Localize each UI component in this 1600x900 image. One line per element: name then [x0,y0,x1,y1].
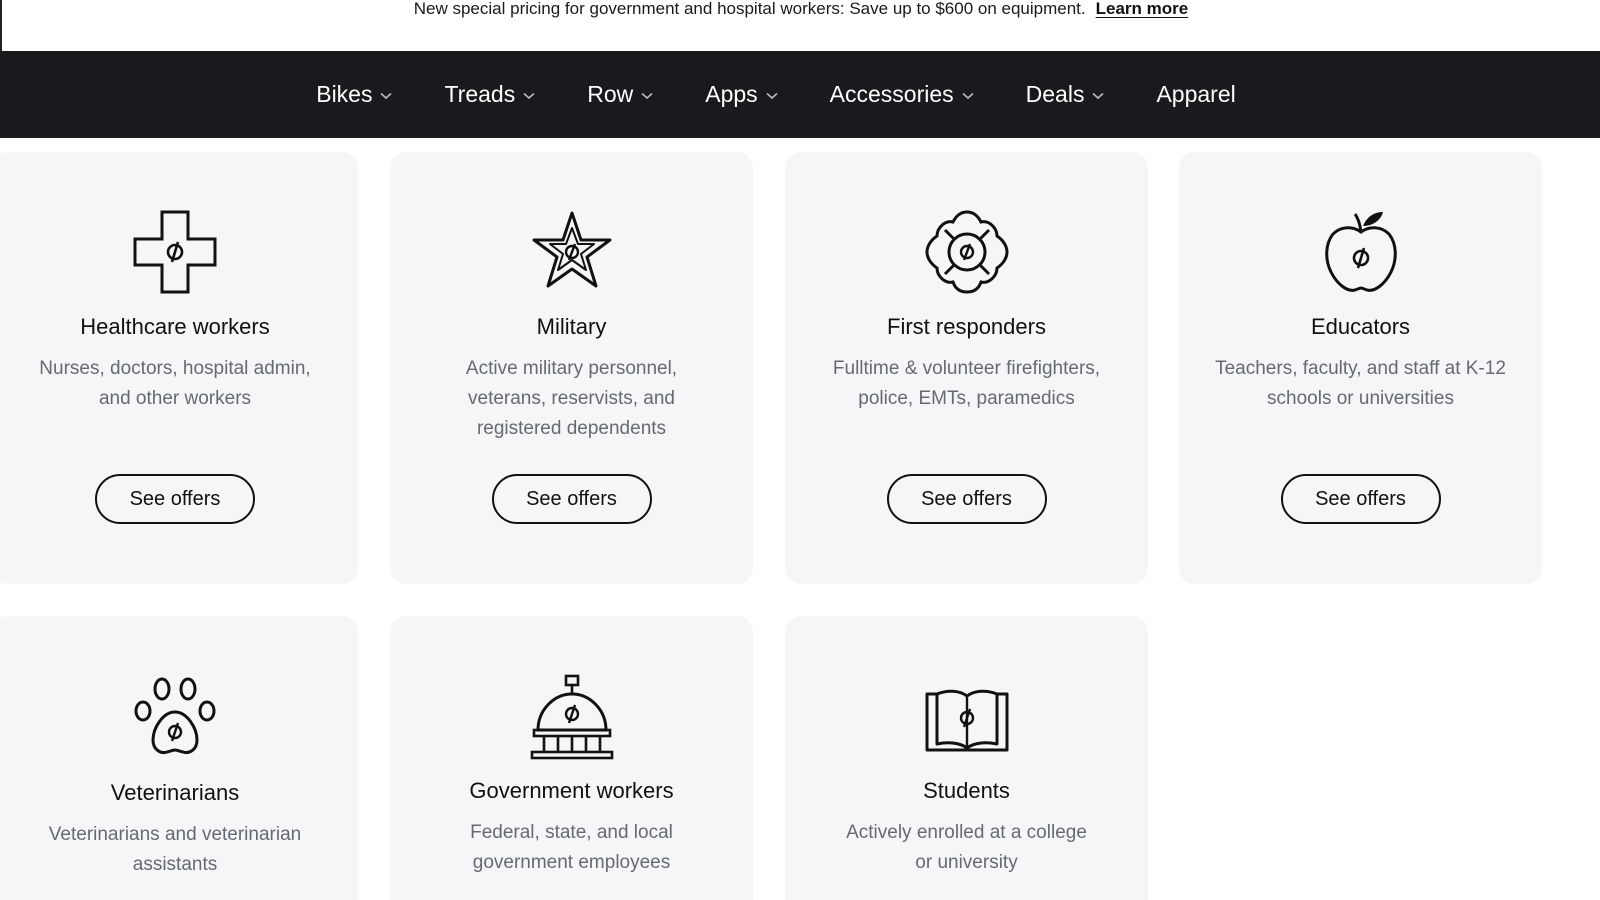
card-description: Actively enrolled at a college or univer… [846,822,1087,873]
learn-more-link[interactable]: Learn more [1096,0,1189,18]
book-icon [925,689,1008,752]
offer-card-first-responders: First responders Fulltime & volunteer fi… [785,152,1148,584]
fire-badge-icon [924,210,1009,294]
nav-item-label: Treads [444,81,516,107]
see-offers-button[interactable]: See offers [1280,474,1441,524]
card-title: Educators [1310,314,1411,339]
offer-card-government: Government workers Federal, state, and l… [390,616,753,900]
chevron-down-icon [523,92,535,100]
nav-item-accessories[interactable]: Accessories [830,81,974,108]
chevron-down-icon [641,92,653,100]
nav-item-label: Bikes [316,81,373,107]
offer-card-veterinarians: Veterinarians Veterinarians and veterina… [0,616,358,900]
nav-item-label: Row [587,81,634,107]
card-title: Veterinarians [110,780,240,805]
promo-banner: New special pricing for government and h… [0,0,1600,51]
nav-item-apparel[interactable]: Apparel [1156,81,1235,108]
nav-item-label: Accessories [829,81,954,107]
offer-card-students: Students Actively enrolled at a college … [785,616,1148,900]
nav-item-apps[interactable]: Apps [705,81,778,108]
banner-text: New special pricing for government and h… [413,0,1086,18]
chevron-down-icon [766,92,778,100]
chevron-down-icon [1092,92,1105,100]
main-nav: Bikes Treads Row Apps Accessories Deals … [0,51,1600,138]
chevron-down-icon [962,92,974,100]
see-offers-button[interactable]: See offers [491,474,652,524]
nav-item-treads[interactable]: Treads [444,81,535,108]
chevron-down-icon [380,92,393,100]
card-description: Fulltime & volunteer firefighters, polic… [832,358,1101,409]
card-title: Healthcare workers [80,314,270,339]
star-badge-icon [532,211,611,288]
offer-card-healthcare: Healthcare workers Nurses, doctors, hosp… [0,152,358,584]
apple-icon [1324,212,1397,292]
card-description: Teachers, faculty, and staff at K-12 sch… [1215,358,1506,409]
offer-card-military: Military Active military personnel, vete… [390,152,753,584]
card-description: Federal, state, and local government emp… [470,822,673,873]
card-title: Military [536,314,607,339]
nav-item-row[interactable]: Row [587,81,653,108]
nav-item-label: Deals [1025,81,1085,107]
see-offers-button[interactable]: See offers [886,474,1047,524]
offer-card-educators: Educators Teachers, faculty, and staff a… [1179,152,1542,584]
nav-item-label: Apps [705,81,758,107]
nav-item-label: Apparel [1156,81,1236,107]
card-description: Nurses, doctors, hospital admin, and oth… [39,358,311,409]
card-title: Students [923,778,1010,803]
card-description: Active military personnel, veterans, res… [465,358,678,439]
medical-cross-icon [133,210,217,294]
capitol-icon [530,674,613,760]
see-offers-button[interactable]: See offers [95,474,255,524]
paw-icon [134,677,216,754]
card-title: Government workers [469,778,674,803]
card-description: Veterinarians and veterinarian assistant… [48,824,302,875]
nav-item-bikes[interactable]: Bikes [316,81,393,108]
nav-item-deals[interactable]: Deals [1026,81,1105,108]
card-title: First responders [887,314,1046,339]
